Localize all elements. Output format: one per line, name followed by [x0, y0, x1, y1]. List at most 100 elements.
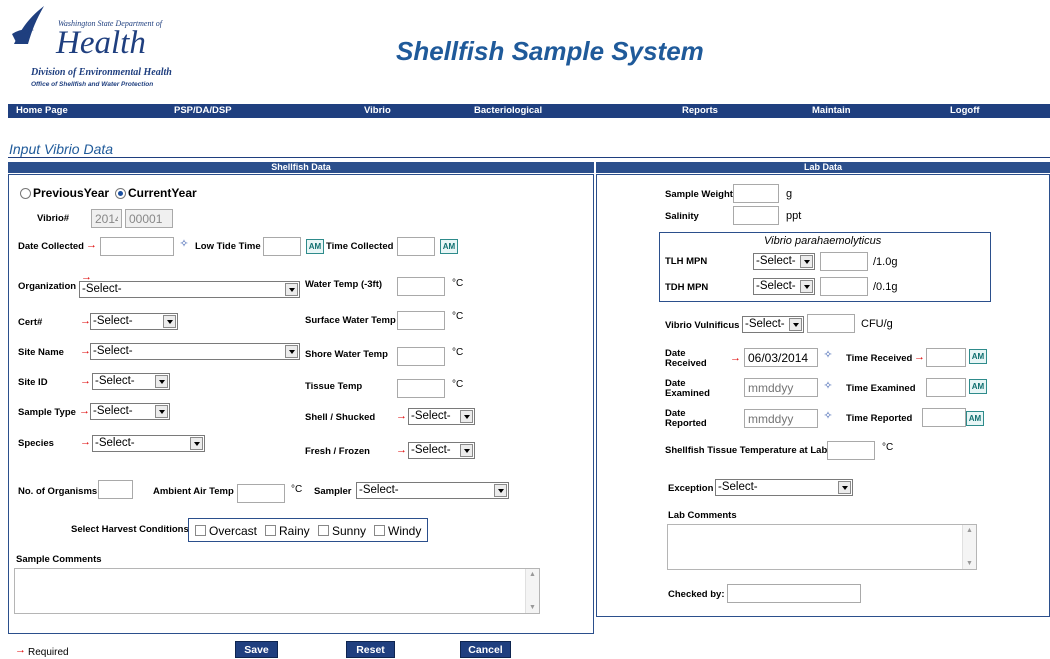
shellfish-header: Shellfish Data: [8, 162, 594, 173]
species-label: Species: [18, 438, 54, 449]
exception-label: Exception: [668, 483, 714, 494]
current-year-label: CurrentYear: [128, 186, 197, 200]
tlh-unit: /1.0g: [873, 256, 898, 268]
time-examined-input[interactable]: [926, 378, 966, 397]
date-collected-label: Date Collected: [18, 241, 84, 252]
lab-comments-textarea[interactable]: [667, 524, 977, 570]
cancel-button[interactable]: Cancel: [460, 641, 511, 658]
sample-weight-input[interactable]: [733, 184, 779, 203]
salinity-input[interactable]: [733, 206, 779, 225]
required-arrow-icon: →: [15, 644, 26, 656]
gram-unit: g: [786, 188, 793, 200]
windy-checkbox[interactable]: [374, 525, 385, 536]
required-arrow-icon: →: [80, 375, 91, 387]
vibrio-number-label: Vibrio#: [37, 213, 70, 224]
am-toggle-time-examined[interactable]: AM: [969, 379, 987, 394]
calendar-icon[interactable]: ✧: [178, 238, 190, 250]
site-name-select[interactable]: -Select-: [90, 343, 300, 360]
tlh-mpn-input[interactable]: [820, 252, 868, 271]
organization-select[interactable]: -Select-: [79, 281, 300, 298]
tdh-mpn-select[interactable]: -Select-: [753, 278, 815, 295]
nav-psp[interactable]: PSP/DA/DSP: [174, 105, 232, 116]
calendar-icon[interactable]: ✧: [822, 380, 834, 392]
time-collected-label: Time Collected: [326, 241, 394, 252]
lab-comments-label: Lab Comments: [668, 510, 737, 521]
fresh-frozen-select[interactable]: -Select-: [408, 442, 475, 459]
nav-reports[interactable]: Reports: [682, 105, 718, 116]
app-title: Shellfish Sample System: [396, 36, 704, 66]
scrollbar[interactable]: [525, 569, 539, 613]
shell-shucked-select[interactable]: -Select-: [408, 408, 475, 425]
time-received-label: Time Received: [846, 353, 913, 364]
required-arrow-icon: →: [914, 351, 925, 363]
calendar-icon[interactable]: ✧: [822, 349, 834, 361]
rainy-checkbox[interactable]: [265, 525, 276, 536]
time-received-input[interactable]: [926, 348, 966, 367]
vp-title: Vibrio parahaemolyticus: [764, 235, 882, 247]
time-examined-label: Time Examined: [846, 383, 916, 394]
date-collected-input[interactable]: [100, 237, 174, 256]
overcast-checkbox[interactable]: [195, 525, 206, 536]
am-toggle-time-collected[interactable]: AM: [440, 239, 458, 254]
required-arrow-icon: →: [79, 405, 90, 417]
nav-maintain[interactable]: Maintain: [812, 105, 851, 116]
celsius-unit: °C: [452, 347, 464, 358]
health-logo-icon: [12, 6, 44, 44]
low-tide-time-input[interactable]: [263, 237, 301, 256]
date-examined-input[interactable]: [744, 378, 818, 397]
time-reported-input[interactable]: [922, 408, 966, 427]
scrollbar[interactable]: [962, 525, 976, 569]
title-divider: [8, 157, 1050, 158]
previous-year-radio[interactable]: [20, 188, 31, 199]
ambient-air-temp-input[interactable]: [237, 484, 285, 503]
date-received-input[interactable]: [744, 348, 818, 367]
harvest-conditions-label: Select Harvest Conditions: [71, 524, 189, 535]
surface-water-temp-label: Surface Water Temp: [305, 315, 396, 326]
tdh-mpn-input[interactable]: [820, 277, 868, 296]
tlh-mpn-select[interactable]: -Select-: [753, 253, 815, 270]
celsius-unit: °C: [882, 442, 894, 453]
nav-logoff[interactable]: Logoff: [950, 105, 980, 116]
nav-vibrio[interactable]: Vibrio: [364, 105, 391, 116]
low-tide-time-label: Low Tide Time: [195, 241, 261, 252]
ambient-air-temp-label: Ambient Air Temp: [153, 486, 234, 497]
species-select[interactable]: -Select-: [92, 435, 205, 452]
sample-type-select[interactable]: -Select-: [90, 403, 170, 420]
current-year-radio[interactable]: [115, 188, 126, 199]
site-id-select[interactable]: -Select-: [92, 373, 170, 390]
health-text: Health: [56, 25, 146, 61]
date-examined-label-2: Examined: [665, 388, 710, 399]
sample-comments-textarea[interactable]: [14, 568, 540, 614]
shell-shucked-label: Shell / Shucked: [305, 412, 376, 423]
save-button[interactable]: Save: [235, 641, 278, 658]
sample-comments-label: Sample Comments: [16, 554, 102, 565]
num-organisms-input[interactable]: [98, 480, 133, 499]
exception-select[interactable]: -Select-: [715, 479, 853, 496]
sunny-label: Sunny: [332, 524, 367, 538]
surface-water-temp-input[interactable]: [397, 311, 445, 330]
tissue-temp-input[interactable]: [397, 379, 445, 398]
water-temp-label: Water Temp (-3ft): [305, 279, 383, 290]
am-toggle-low-tide[interactable]: AM: [306, 239, 324, 254]
nav-home-page[interactable]: Home Page: [16, 105, 68, 116]
cert-label: Cert#: [18, 317, 43, 328]
office-text: Office of Shellfish and Water Protection: [31, 81, 154, 88]
checked-by-input[interactable]: [727, 584, 861, 603]
calendar-icon[interactable]: ✧: [822, 410, 834, 422]
time-collected-input[interactable]: [397, 237, 435, 256]
am-toggle-time-received[interactable]: AM: [969, 349, 987, 364]
water-temp-input[interactable]: [397, 277, 445, 296]
celsius-unit: °C: [452, 379, 464, 390]
date-reported-input[interactable]: [744, 409, 818, 428]
shore-water-temp-input[interactable]: [397, 347, 445, 366]
nav-bacteriological[interactable]: Bacteriological: [474, 105, 542, 116]
reset-button[interactable]: Reset: [346, 641, 395, 658]
tissue-temp-lab-input[interactable]: [827, 441, 875, 460]
sampler-select[interactable]: -Select-: [356, 482, 509, 499]
cert-select[interactable]: -Select-: [90, 313, 178, 330]
am-toggle-time-reported[interactable]: AM: [966, 411, 984, 426]
vibrio-vulnificus-input[interactable]: [807, 314, 855, 333]
vibrio-vulnificus-select[interactable]: -Select-: [742, 316, 804, 333]
shore-water-temp-label: Shore Water Temp: [305, 349, 388, 360]
sunny-checkbox[interactable]: [318, 525, 329, 536]
